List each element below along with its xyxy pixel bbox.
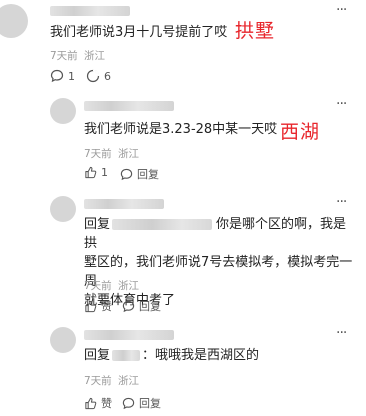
reply-button[interactable]: 回复 xyxy=(122,395,161,411)
reply-line-text: ：哦哦我是西湖区的 xyxy=(142,348,260,363)
reply-prefix: 回复 xyxy=(84,348,111,363)
avatar[interactable] xyxy=(50,196,76,222)
reply-label: 回复 xyxy=(137,168,159,181)
like-icon xyxy=(85,300,97,312)
reply-button[interactable]: 回复 xyxy=(120,166,159,182)
like-button[interactable]: 赞 xyxy=(84,298,112,314)
comment-location: 浙江 xyxy=(84,50,106,62)
reply-count: 1 xyxy=(68,69,75,83)
user-name[interactable] xyxy=(50,6,130,16)
avatar[interactable] xyxy=(50,98,76,124)
user-name[interactable] xyxy=(84,330,174,340)
avatar[interactable] xyxy=(50,327,76,353)
comment-button[interactable]: 1 xyxy=(50,69,75,83)
more-icon[interactable]: ··· xyxy=(336,2,347,18)
like-button[interactable]: 赞 xyxy=(84,395,112,411)
like-button[interactable]: 1 xyxy=(84,166,108,179)
mention-name[interactable] xyxy=(112,219,213,230)
comment-text: 我们老师说3月十几号提前了哎 xyxy=(50,25,228,40)
reply-prefix: 回复 xyxy=(84,217,111,232)
user-name[interactable] xyxy=(84,199,164,209)
more-icon[interactable]: ··· xyxy=(336,325,347,341)
user-name[interactable] xyxy=(84,101,174,111)
like-icon xyxy=(85,397,97,409)
comment-icon xyxy=(50,69,64,83)
reply-meta: 7天前 浙江 xyxy=(84,373,139,388)
reply-label: 回复 xyxy=(139,397,161,410)
reply-text: 回复 你是哪个区的啊，我是拱 墅区的，我们老师说7号去模拟考，模拟考完一周 就要体… xyxy=(84,215,354,310)
comment-icon xyxy=(122,300,135,312)
annotation-label: 西湖 xyxy=(280,121,321,143)
like-count: 1 xyxy=(101,166,108,179)
share-button[interactable]: 6 xyxy=(86,69,111,83)
reply-location: 浙江 xyxy=(118,148,140,160)
share-count: 6 xyxy=(104,69,111,83)
comment-icon xyxy=(120,168,133,180)
reply-text: 我们老师说是3.23-28中某一天哎 xyxy=(84,122,278,137)
reply-location: 浙江 xyxy=(118,375,140,387)
more-icon[interactable]: ··· xyxy=(336,194,347,210)
reply-time: 7天前 xyxy=(84,375,112,387)
comment-time: 7天前 xyxy=(50,50,78,62)
reply-meta: 7天前 浙江 xyxy=(84,146,139,161)
like-icon xyxy=(85,166,97,179)
reply-location: 浙江 xyxy=(118,280,140,292)
mention-name[interactable] xyxy=(112,350,141,361)
reply-meta: 7天前 浙江 xyxy=(84,278,139,293)
annotation-label: 拱墅 xyxy=(235,20,276,42)
comment-icon xyxy=(122,397,135,409)
like-label: 赞 xyxy=(101,397,112,410)
like-label: 赞 xyxy=(101,300,112,313)
reply-line-1: 回复 你是哪个区的啊，我是拱 xyxy=(84,215,354,253)
reply-time: 7天前 xyxy=(84,280,112,292)
reply-label: 回复 xyxy=(139,300,161,313)
more-icon[interactable]: ··· xyxy=(336,96,347,112)
reply-time: 7天前 xyxy=(84,148,112,160)
avatar[interactable] xyxy=(0,4,28,38)
reply-text: 回复 ：哦哦我是西湖区的 xyxy=(84,346,259,365)
comment-meta: 7天前 浙江 xyxy=(50,48,105,63)
reply-button[interactable]: 回复 xyxy=(122,298,161,314)
share-icon xyxy=(86,69,100,83)
